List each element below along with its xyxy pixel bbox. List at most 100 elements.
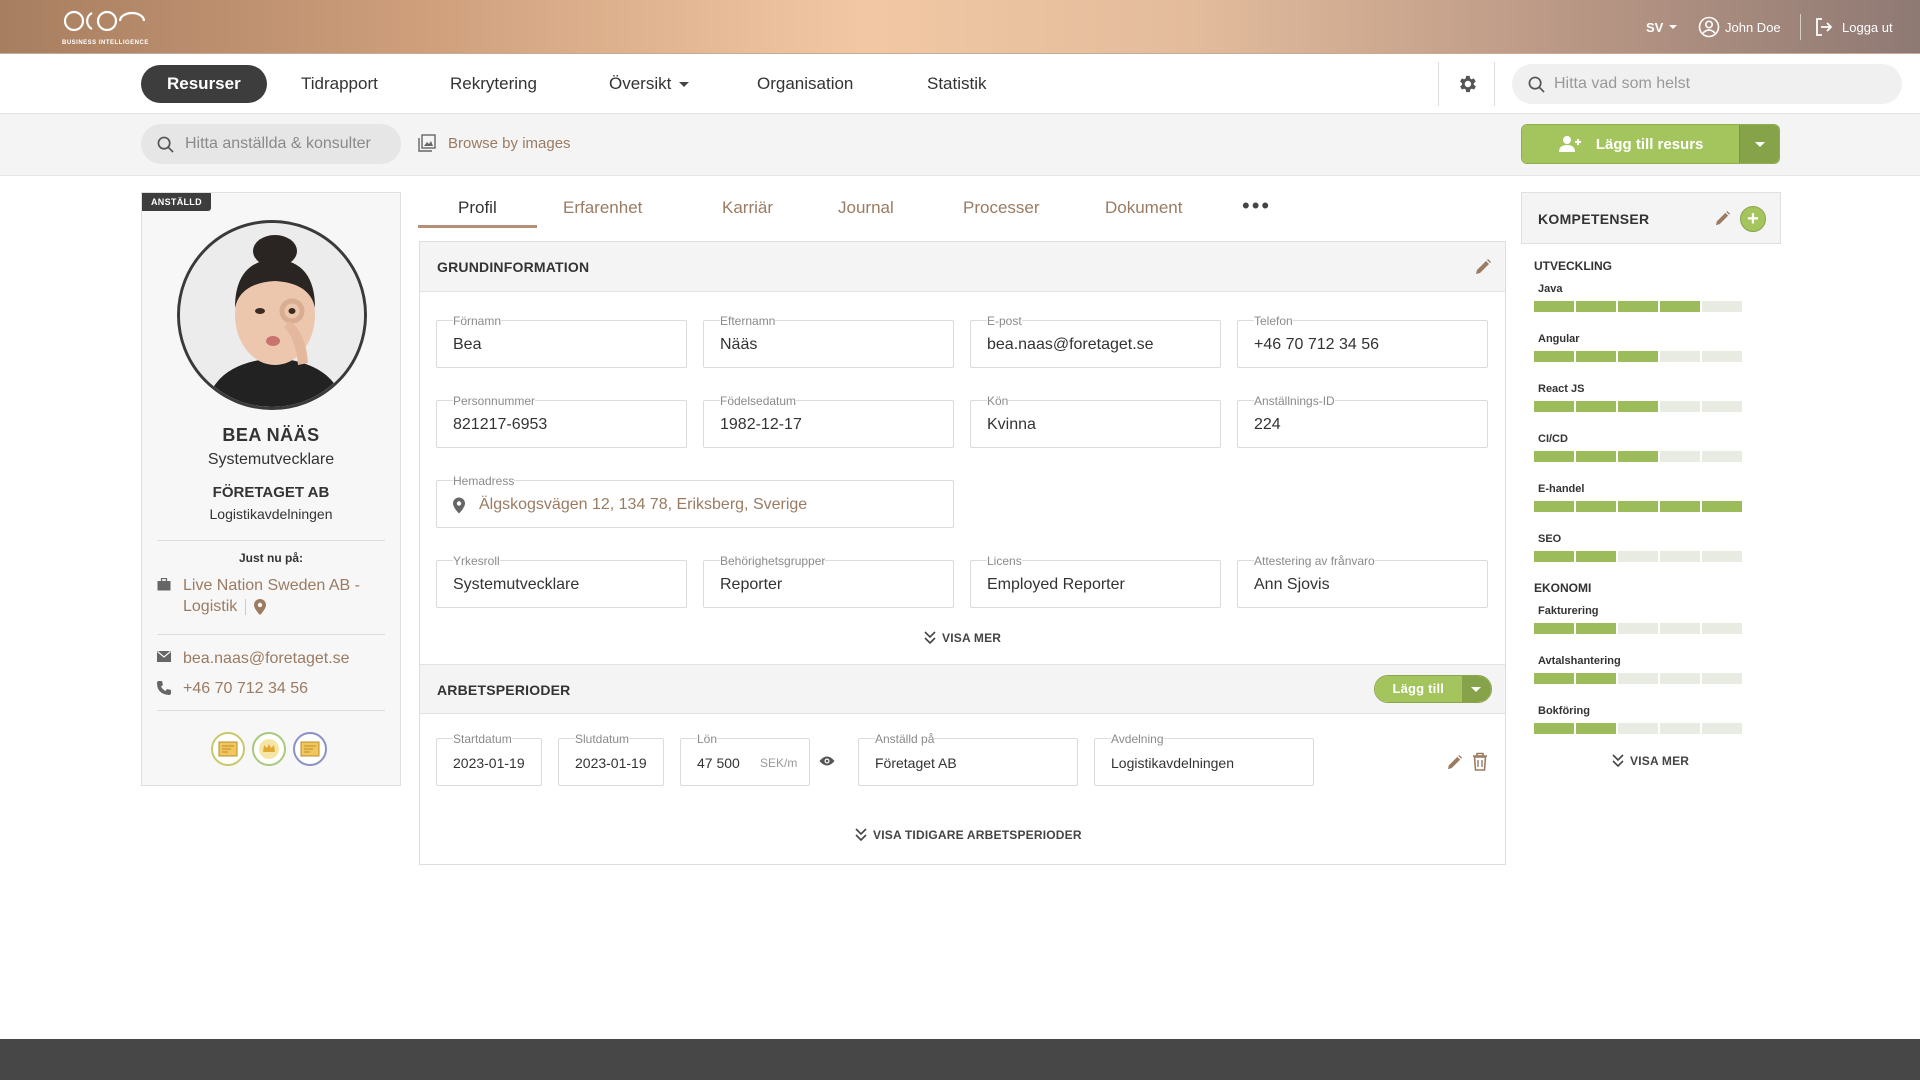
work-periods-title: ARBETSPERIODER	[437, 682, 571, 698]
edit-pencil-icon[interactable]	[1714, 210, 1731, 227]
profile-email-link[interactable]: bea.naas@foretaget.se	[157, 648, 350, 669]
skill-name: CI/CD	[1538, 433, 1568, 445]
nav-item-tidrapport[interactable]: Tidrapport	[301, 65, 378, 103]
show-more-button[interactable]: VISA MER	[924, 631, 1001, 645]
divider	[1494, 62, 1495, 106]
nav-item-rekrytering[interactable]: Rekrytering	[450, 65, 537, 103]
nav-item-resurser[interactable]: Resurser	[141, 65, 267, 103]
basic-info-title: GRUNDINFORMATION	[437, 259, 590, 275]
profile-phone-link[interactable]: +46 70 712 34 56	[157, 678, 308, 699]
field-kon[interactable]: Kön Kvinna	[970, 394, 1221, 448]
gear-icon[interactable]	[1456, 73, 1478, 95]
tab-profil[interactable]: Profil	[418, 192, 537, 228]
field-label: Yrkesroll	[453, 554, 500, 568]
add-resource-button[interactable]: Lägg till resurs	[1522, 125, 1740, 163]
add-work-period-dropdown[interactable]	[1461, 676, 1491, 702]
show-previous-periods-button[interactable]: VISA TIDIGARE ARBETSPERIODER	[855, 828, 1082, 842]
field-behorighetsgrupper[interactable]: Behörighetsgrupper Reporter	[703, 554, 954, 608]
skill-ci-cd[interactable]: CI/CD	[1534, 433, 1742, 462]
add-competence-button[interactable]: +	[1740, 206, 1766, 232]
field-attestering[interactable]: Attestering av frånvaro Ann Sjovis	[1237, 554, 1488, 608]
skill-name: SEO	[1538, 533, 1562, 545]
tab-erfarenhet[interactable]: Erfarenhet	[563, 192, 642, 228]
certificate-badge-icon[interactable]	[293, 732, 327, 766]
work-periods-header: ARBETSPERIODER Lägg till	[420, 664, 1505, 714]
field-epost[interactable]: E-post bea.naas@foretaget.se	[970, 314, 1221, 368]
page-footer	[0, 1039, 1920, 1080]
certificate-badge-icon[interactable]	[211, 732, 245, 766]
field-hemadress[interactable]: Hemadress Älgskogsvägen 12, 134 78, Erik…	[436, 474, 954, 528]
tab-karriar[interactable]: Karriär	[722, 192, 773, 228]
field-personnummer[interactable]: Personnummer 821217-6953	[436, 394, 687, 448]
skill-angular[interactable]: Angular	[1534, 333, 1742, 362]
skill-level-bar	[1534, 623, 1742, 634]
crown-badge-icon[interactable]	[252, 732, 286, 766]
skill-e-handel[interactable]: E-handel	[1534, 483, 1742, 512]
field-startdatum[interactable]: Startdatum 2023-01-19	[436, 732, 542, 786]
field-slutdatum[interactable]: Slutdatum 2023-01-19	[558, 732, 664, 786]
field-avdelning[interactable]: Avdelning Logistikavdelningen	[1094, 732, 1314, 786]
skill-level-bar	[1534, 673, 1742, 684]
edit-pencil-icon[interactable]	[1446, 754, 1463, 771]
user-name: John Doe	[1725, 19, 1781, 35]
browse-by-images-link[interactable]: Browse by images	[418, 134, 571, 152]
nav-item-organisation[interactable]: Organisation	[757, 65, 853, 103]
salary-unit: SEK/m	[760, 756, 798, 770]
tab-processer[interactable]: Processer	[963, 192, 1040, 228]
skill-level-segment	[1618, 451, 1658, 462]
field-fornamn[interactable]: Förnamn Bea	[436, 314, 687, 368]
language-selector[interactable]: SV	[1646, 0, 1678, 54]
employee-search-input[interactable]	[185, 124, 391, 164]
field-value: Nääs	[720, 336, 758, 353]
status-badge: ANSTÄLLD	[142, 193, 211, 211]
field-yrkesroll[interactable]: Yrkesroll Systemutvecklare	[436, 554, 687, 608]
skill-react-js[interactable]: React JS	[1534, 383, 1742, 412]
location-pin-icon[interactable]	[254, 598, 267, 615]
user-menu[interactable]: John Doe	[1698, 0, 1781, 54]
skill-level-segment	[1534, 623, 1574, 634]
tab-dokument[interactable]: Dokument	[1105, 192, 1182, 228]
skill-name: Bokföring	[1538, 705, 1590, 717]
global-search-input[interactable]	[1554, 64, 1884, 104]
eye-icon[interactable]	[819, 755, 835, 767]
nav-item-oversikt[interactable]: Översikt	[609, 65, 690, 103]
skill-seo[interactable]: SEO	[1534, 533, 1742, 562]
field-licens[interactable]: Licens Employed Reporter	[970, 554, 1221, 608]
add-resource-dropdown[interactable]	[1739, 125, 1779, 163]
field-anstallnings-id[interactable]: Anställnings-ID 224	[1237, 394, 1488, 448]
competences-show-more-button[interactable]: VISA MER	[1612, 754, 1689, 768]
field-label: Anställnings-ID	[1254, 394, 1335, 408]
divider	[1800, 14, 1801, 40]
competences-show-more-label: VISA MER	[1630, 754, 1690, 768]
show-more-label: VISA MER	[942, 631, 1002, 645]
more-tabs-icon[interactable]: •••	[1242, 195, 1271, 217]
field-fodelsedatum[interactable]: Födelsedatum 1982-12-17	[703, 394, 954, 448]
field-telefon[interactable]: Telefon +46 70 712 34 56	[1237, 314, 1488, 368]
company-logo[interactable]: BUSINESS INTELLIGENCE	[62, 10, 152, 46]
nav-item-statistik[interactable]: Statistik	[927, 65, 987, 103]
field-label: Personnummer	[453, 394, 536, 408]
field-value: 2023-01-19	[575, 755, 647, 771]
employee-search	[141, 124, 401, 164]
field-efternamn[interactable]: Efternamn Nääs	[703, 314, 954, 368]
current-assignment[interactable]: Live Nation Sweden AB - Logistik	[157, 575, 360, 617]
tab-journal[interactable]: Journal	[838, 192, 894, 228]
field-label: Lön	[697, 732, 718, 746]
avatar[interactable]	[177, 220, 367, 410]
field-value: 821217-6953	[453, 416, 548, 433]
skill-bokforing[interactable]: Bokföring	[1534, 705, 1742, 734]
field-lon[interactable]: Lön 47 500 SEK/m	[680, 732, 810, 786]
competences-title: KOMPETENSER	[1538, 211, 1650, 227]
skill-avtalshantering[interactable]: Avtalshantering	[1534, 655, 1742, 684]
edit-pencil-icon[interactable]	[1474, 258, 1492, 276]
trash-icon[interactable]	[1472, 752, 1488, 771]
skill-level-segment	[1702, 451, 1742, 462]
add-work-period-button[interactable]: Lägg till	[1375, 676, 1462, 702]
skill-java[interactable]: Java	[1534, 283, 1742, 312]
skill-fakturering[interactable]: Fakturering	[1534, 605, 1742, 634]
images-icon	[418, 134, 436, 152]
field-value: Employed Reporter	[987, 576, 1125, 593]
logout-button[interactable]: Logga ut	[1814, 0, 1893, 54]
add-user-icon	[1558, 136, 1581, 152]
field-anstalld-pa[interactable]: Anställd på Företaget AB	[858, 732, 1078, 786]
